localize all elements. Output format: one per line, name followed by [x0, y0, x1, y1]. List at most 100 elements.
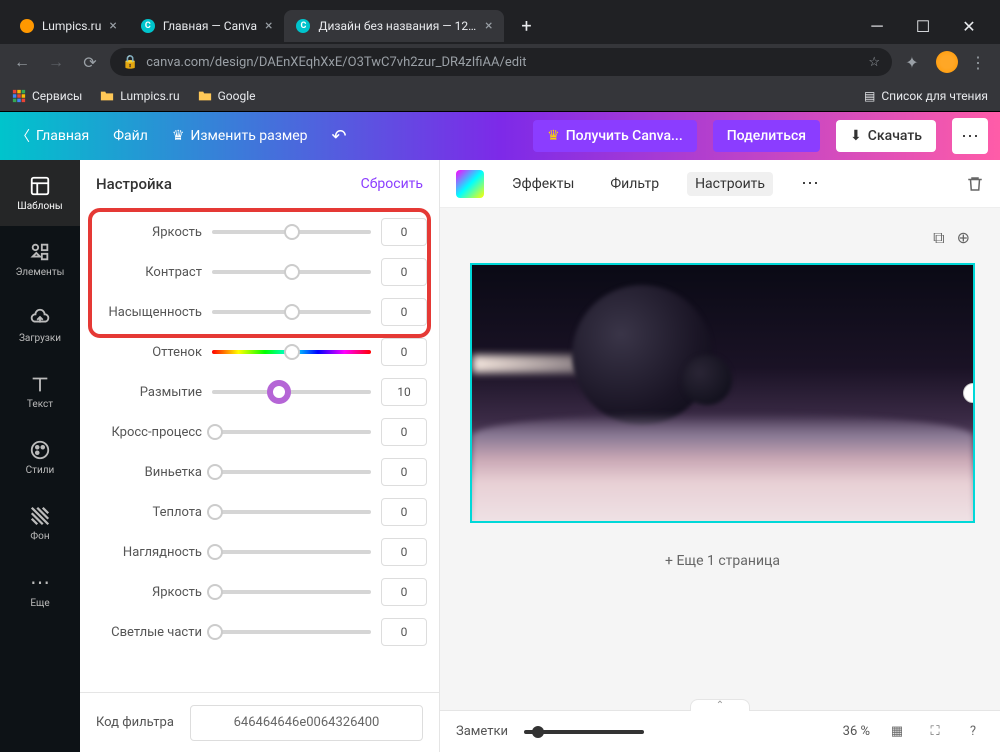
slider-value[interactable]: 0	[381, 578, 427, 606]
slider-track[interactable]	[212, 260, 371, 284]
page-frame[interactable]	[470, 263, 975, 523]
slider-track[interactable]	[212, 580, 371, 604]
bookmark-services[interactable]: Сервисы	[12, 89, 82, 103]
zoom-slider[interactable]	[524, 730, 644, 734]
slider-value[interactable]: 0	[381, 338, 427, 366]
close-icon[interactable]: ×	[109, 18, 116, 34]
slider-value[interactable]: 0	[381, 458, 427, 486]
slider-track[interactable]	[212, 460, 371, 484]
sidebar-item-label: Фон	[30, 531, 49, 542]
slider-value[interactable]: 0	[381, 298, 427, 326]
forward-button[interactable]: →	[42, 48, 70, 76]
sidebar-item-text[interactable]: Текст	[0, 358, 80, 424]
slider-thumb[interactable]	[207, 624, 223, 640]
file-menu[interactable]: Файл	[109, 122, 152, 150]
sidebar-item-elements[interactable]: Элементы	[0, 226, 80, 292]
profile-avatar[interactable]	[936, 51, 958, 73]
adjust-button[interactable]: Настроить	[687, 172, 773, 196]
address-bar[interactable]: 🔒 canva.com/design/DAEnXEqhXxE/O3TwC7vh2…	[110, 48, 892, 76]
text-icon	[29, 373, 51, 395]
tab-canva-home[interactable]: C Главная — Canva ×	[129, 10, 285, 42]
minimize-button[interactable]: ─	[854, 8, 900, 44]
slider-track[interactable]	[212, 620, 371, 644]
slider-thumb[interactable]	[284, 344, 300, 360]
slider-row-9: Яркость0	[92, 572, 427, 612]
undo-button[interactable]: ↶	[328, 120, 351, 153]
tab-lumpics[interactable]: Lumpics.ru ×	[8, 10, 129, 42]
close-icon[interactable]: ×	[265, 18, 272, 34]
get-pro-button[interactable]: ♛ Получить Canva...	[533, 120, 697, 152]
duplicate-page-icon[interactable]: ⧉	[933, 228, 944, 248]
filter-code-input[interactable]	[190, 705, 423, 741]
slider-thumb[interactable]	[207, 424, 223, 440]
sidebar-item-styles[interactable]: Стили	[0, 424, 80, 490]
slider-track[interactable]	[212, 420, 371, 444]
slider-track[interactable]	[212, 500, 371, 524]
slider-thumb[interactable]	[267, 380, 291, 404]
canvas-image[interactable]	[472, 265, 973, 521]
new-tab-button[interactable]: +	[512, 12, 540, 40]
slider-value[interactable]: 0	[381, 498, 427, 526]
more-menu-button[interactable]: ⋯	[952, 118, 988, 154]
slider-value[interactable]: 0	[381, 618, 427, 646]
slider-track[interactable]	[212, 300, 371, 324]
notes-button[interactable]: Заметки	[456, 724, 508, 739]
bookmark-google[interactable]: Google	[198, 89, 256, 103]
slider-row-5: Кросс-процесс0	[92, 412, 427, 452]
slider-value[interactable]: 0	[381, 218, 427, 246]
sidebar: Шаблоны Элементы Загрузки Текст Стили Фо…	[0, 160, 80, 752]
grid-view-icon[interactable]: ▦	[886, 724, 908, 739]
slider-value[interactable]: 0	[381, 258, 427, 286]
slider-thumb[interactable]	[207, 504, 223, 520]
extensions-button[interactable]: ✦	[898, 48, 926, 76]
share-button[interactable]: Поделиться	[713, 120, 820, 152]
slider-value[interactable]: 0	[381, 418, 427, 446]
star-icon[interactable]: ☆	[868, 55, 880, 70]
delete-button[interactable]	[966, 175, 984, 193]
filter-button[interactable]: Фильтр	[602, 172, 667, 196]
sidebar-item-more[interactable]: ⋯ Еще	[0, 556, 80, 622]
zoom-thumb[interactable]	[532, 726, 544, 738]
reset-button[interactable]: Сбросить	[361, 176, 423, 192]
slider-track[interactable]	[212, 540, 371, 564]
add-page-button[interactable]: + Еще 1 страница	[470, 553, 975, 569]
zoom-value: 36 %	[843, 724, 870, 739]
slider-track[interactable]	[212, 340, 371, 364]
slider-thumb[interactable]	[207, 584, 223, 600]
toolbar-more-button[interactable]: ⋯	[793, 169, 829, 198]
back-button[interactable]: ←	[8, 48, 36, 76]
sidebar-item-uploads[interactable]: Загрузки	[0, 292, 80, 358]
filter-code-row: Код фильтра	[80, 692, 439, 752]
sidebar-item-background[interactable]: Фон	[0, 490, 80, 556]
slider-thumb[interactable]	[284, 304, 300, 320]
sidebar-item-templates[interactable]: Шаблоны	[0, 160, 80, 226]
slider-value[interactable]: 0	[381, 538, 427, 566]
slider-thumb[interactable]	[207, 464, 223, 480]
slider-thumb[interactable]	[284, 264, 300, 280]
reload-button[interactable]: ⟳	[76, 48, 104, 76]
close-window-button[interactable]: ✕	[946, 8, 992, 44]
sidebar-item-label: Элементы	[16, 267, 65, 278]
pages-expand-button[interactable]: ⌃	[690, 699, 750, 711]
help-icon[interactable]: ?	[962, 724, 984, 739]
add-page-icon[interactable]: ⊕	[957, 228, 970, 248]
tab-canva-design[interactable]: C Дизайн без названия — 1280 ×	[284, 10, 504, 42]
reading-list-button[interactable]: ▤ Список для чтения	[864, 89, 988, 103]
download-button[interactable]: ⬇ Скачать	[836, 120, 936, 152]
slider-track[interactable]	[212, 220, 371, 244]
color-picker-button[interactable]	[456, 170, 484, 198]
resize-button[interactable]: ♛ Изменить размер	[168, 122, 312, 150]
menu-button[interactable]: ⋮	[964, 48, 992, 76]
effects-button[interactable]: Эффекты	[504, 172, 582, 196]
canvas-scroll[interactable]: ⧉ ⊕ + Еще 1 страница	[440, 208, 1000, 710]
slider-label: Контраст	[92, 265, 202, 280]
close-icon[interactable]: ×	[485, 18, 492, 34]
slider-track[interactable]	[212, 380, 371, 404]
slider-thumb[interactable]	[284, 224, 300, 240]
home-button[interactable]: 〈 Главная	[12, 120, 93, 152]
slider-value[interactable]: 10	[381, 378, 427, 406]
bookmark-lumpics[interactable]: Lumpics.ru	[100, 89, 179, 103]
maximize-button[interactable]: ☐	[900, 8, 946, 44]
slider-thumb[interactable]	[207, 544, 223, 560]
fullscreen-icon[interactable]: ⛶	[924, 724, 946, 739]
